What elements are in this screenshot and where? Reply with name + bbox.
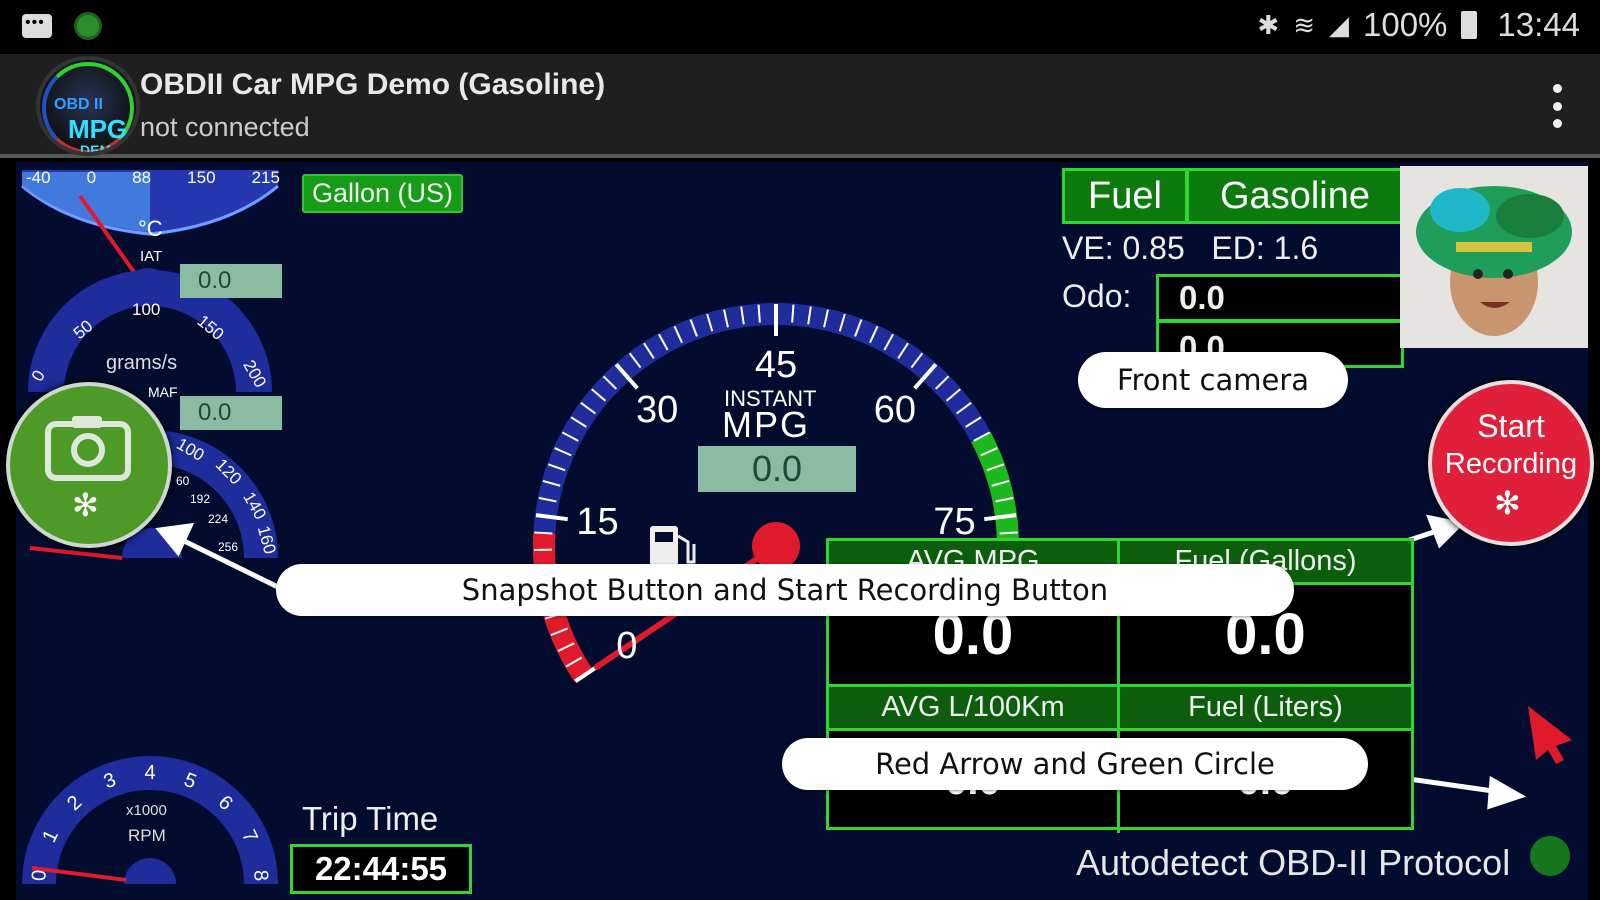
camera-preview-image <box>1400 166 1588 348</box>
rpm-tick-label: 8 <box>248 869 272 883</box>
fuel-type[interactable]: Gasoline <box>1186 168 1404 224</box>
record-label-line1: Start <box>1477 408 1545 444</box>
trip-time-value: 22:44:55 <box>290 844 472 894</box>
callout-buttons: Snapshot Button and Start Recording Butt… <box>276 564 1294 616</box>
record-settings-icon[interactable]: ✻ <box>1494 484 1521 522</box>
iat-tick: -40 <box>26 168 51 187</box>
odo-label: Odo: <box>1062 278 1132 314</box>
fuel-pump-icon <box>650 526 696 568</box>
red-arrow-icon[interactable] <box>1528 706 1572 764</box>
mpg-value: 0.0 <box>698 446 856 492</box>
mpg-tick-label: 60 <box>873 388 917 431</box>
rpm-tick-label: 0 <box>28 869 52 883</box>
mpg-tick-label: 30 <box>635 388 679 431</box>
snapshot-button[interactable]: ✻ <box>6 382 172 548</box>
iat-tick: 0 <box>86 168 97 187</box>
snapshot-settings-icon[interactable]: ✻ <box>72 486 99 524</box>
speed-inner-tick: 192 <box>190 492 211 506</box>
trip-time-label: Trip Time <box>302 800 439 837</box>
green-circle-icon[interactable] <box>1530 836 1570 876</box>
iat-tick: 215 <box>251 168 280 187</box>
mpg-tick-label: 0 <box>616 624 638 667</box>
callout-arrow-circle: Red Arrow and Green Circle <box>782 738 1368 790</box>
fuel-label: Fuel <box>1062 168 1188 224</box>
speed-tick: 60 <box>176 474 190 488</box>
rpm-unit: x1000 <box>126 802 167 819</box>
mpg-label-mpg: MPG <box>722 404 811 445</box>
mpg-tick-label: 15 <box>576 501 619 544</box>
mpg-tick-mark <box>757 304 761 323</box>
iat-tick: 88 <box>132 168 152 187</box>
record-label-line2: Recording <box>1444 448 1578 480</box>
ve-ed-text: VE: 0.85 ED: 1.6 <box>1062 230 1318 267</box>
front-camera-preview[interactable] <box>1400 166 1588 348</box>
unit-badge[interactable]: Gallon (US) <box>302 174 464 213</box>
ve-text: VE: 0.85 <box>1062 230 1185 266</box>
iat-value: 0.0 <box>180 264 282 298</box>
mpg-tick-mark <box>791 304 795 323</box>
odo-value: 0.0 <box>1156 274 1404 322</box>
iat-tick-labels: -40 0 88 150 215 <box>26 168 280 188</box>
speed-inner-tick: 256 <box>218 540 239 554</box>
start-recording-button[interactable]: Start Recording ✻ <box>1428 380 1594 546</box>
maf-value: 0.0 <box>180 396 282 430</box>
table-header-fuel-liters: Fuel (Liters) <box>1120 687 1411 731</box>
iat-tick: 150 <box>187 168 216 187</box>
mpg-tick-mark <box>999 531 1018 535</box>
rpm-label: RPM <box>128 826 166 845</box>
protocol-status: Autodetect OBD-II Protocol <box>1076 842 1511 883</box>
iat-unit: °C <box>138 216 163 241</box>
iat-label: IAT <box>140 248 163 265</box>
maf-unit: grams/s <box>106 352 178 374</box>
mpg-tick-label: 45 <box>754 344 798 386</box>
mpg-tick-mark <box>534 531 553 535</box>
table-header-avg-l100km: AVG L/100Km <box>829 687 1120 731</box>
rpm-tick-label: 4 <box>144 762 156 784</box>
ed-text: ED: 1.6 <box>1211 230 1319 266</box>
maf-tick-2: 100 <box>132 300 161 319</box>
callout-front-camera: Front camera <box>1078 352 1348 408</box>
speed-inner-tick: 224 <box>208 512 229 526</box>
